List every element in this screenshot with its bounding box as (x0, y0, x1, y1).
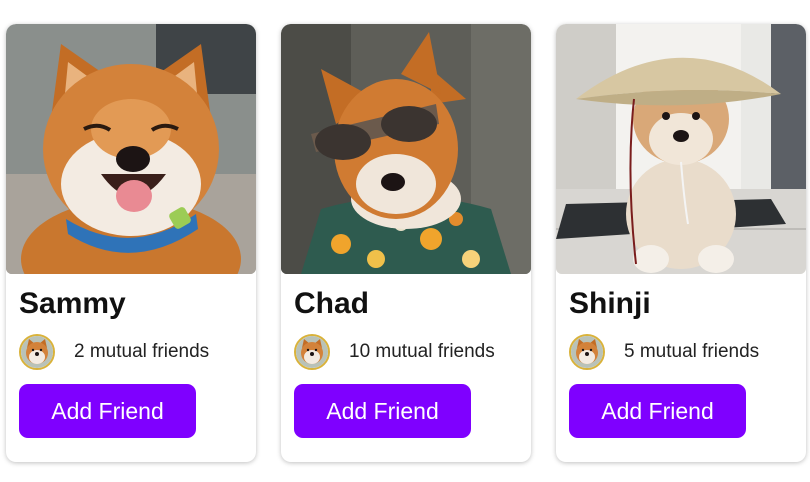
friend-card: Chad 10 mutual friends Add Friend (281, 24, 531, 462)
profile-photo (281, 24, 531, 274)
avatar (19, 334, 55, 370)
profile-photo (556, 24, 806, 274)
friend-name: Chad (294, 287, 369, 320)
add-friend-button[interactable]: Add Friend (294, 384, 471, 438)
profile-photo (6, 24, 256, 274)
friend-card: Shinji 5 mutual friends Add Friend (556, 24, 806, 462)
mutual-friends-count: 5 mutual friends (624, 341, 760, 362)
avatar (294, 334, 330, 370)
mutual-friends-count: 10 mutual friends (349, 341, 495, 362)
friend-card: Sammy 2 mutual friends Add Friend (6, 24, 256, 462)
mutual-friends: 2 mutual friends (19, 332, 209, 372)
mutual-friends: 5 mutual friends (569, 332, 759, 372)
add-friend-button[interactable]: Add Friend (19, 384, 196, 438)
avatar (569, 334, 605, 370)
mutual-friends: 10 mutual friends (294, 332, 495, 372)
add-friend-button[interactable]: Add Friend (569, 384, 746, 438)
friend-name: Shinji (569, 287, 651, 320)
friend-name: Sammy (19, 287, 126, 320)
friend-suggestions-row: Sammy 2 mutual friends Add Friend Chad 1… (0, 0, 810, 482)
mutual-friends-count: 2 mutual friends (74, 341, 210, 362)
